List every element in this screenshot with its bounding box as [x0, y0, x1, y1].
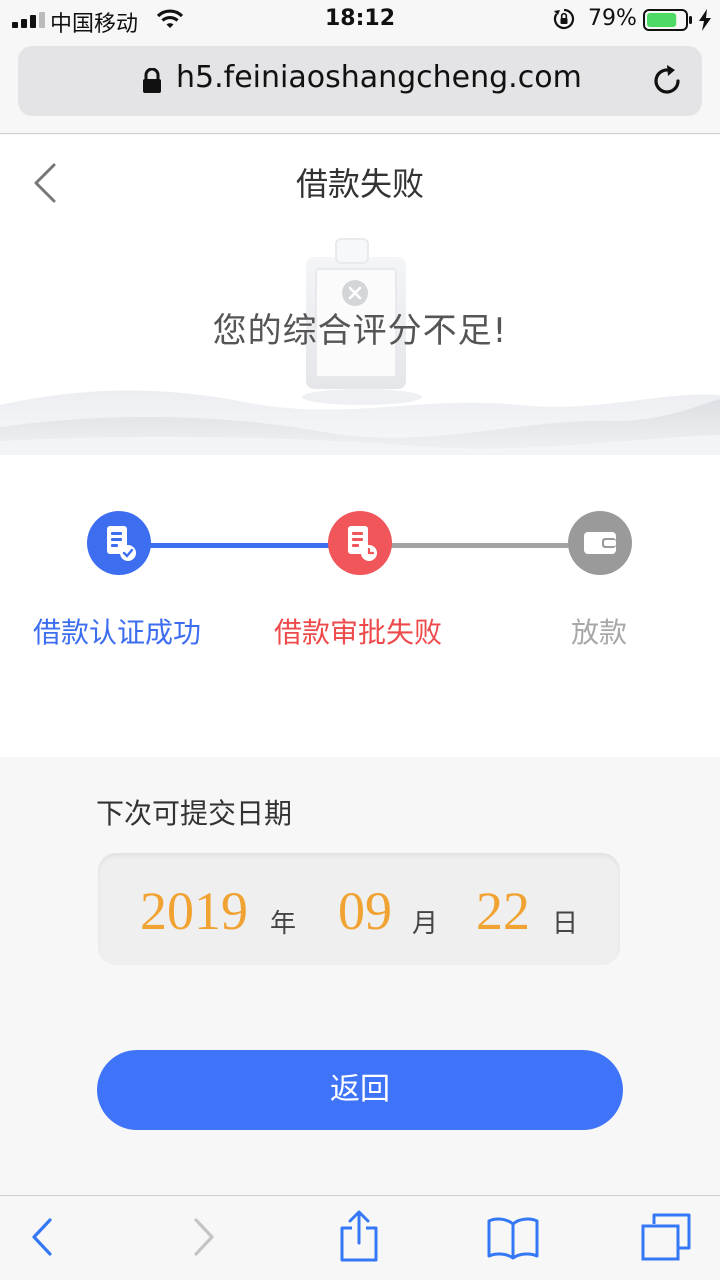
step-1-label: 借款认证成功 — [33, 616, 202, 649]
progress-steps: 借款认证成功 借款审批失败 放款 — [0, 455, 720, 757]
document-clock-icon — [348, 526, 377, 561]
date-day: 22 — [476, 881, 530, 941]
step-3-label: 放款 — [571, 616, 628, 649]
browser-address-area: h5.feiniaoshangcheng.com — [0, 40, 720, 134]
step-connector-complete — [150, 543, 330, 548]
step-connector-pending — [390, 543, 570, 548]
return-button[interactable]: 返回 — [97, 1050, 623, 1130]
forward-icon[interactable] — [190, 1214, 218, 1260]
screen: 中国移动 18:12 79% h5.feiniaoshangcheng.com … — [0, 0, 720, 1280]
step-2-label: 借款审批失败 — [274, 616, 443, 649]
page-title: 借款失败 — [295, 165, 424, 203]
url-text[interactable]: h5.feiniaoshangcheng.com — [176, 60, 582, 95]
error-message: 您的综合评分不足! — [212, 311, 508, 351]
step-3-icon — [568, 511, 632, 575]
lock-icon — [143, 68, 161, 93]
battery-percent: 79% — [588, 6, 637, 31]
date-month: 09 — [338, 881, 392, 941]
tabs-icon[interactable] — [640, 1212, 692, 1262]
browser-toolbar — [0, 1195, 720, 1280]
address-bar[interactable]: h5.feiniaoshangcheng.com — [18, 46, 702, 116]
back-icon[interactable] — [28, 1214, 56, 1260]
next-submit-date-box: 2019 年 09 月 22 日 — [98, 853, 620, 965]
status-bar: 中国移动 18:12 79% — [0, 0, 720, 40]
failure-header: 借款失败 您的综合评分不足! — [0, 135, 720, 455]
step-1-icon — [87, 511, 151, 575]
decorative-hills — [0, 390, 720, 455]
page-content: 借款失败 您的综合评分不足! 借款认证成功 借款审批失败 放款 下次可提交日期 … — [0, 135, 720, 1195]
date-year-unit: 年 — [270, 909, 297, 939]
step-2-icon — [328, 511, 392, 575]
date-year: 2019 — [140, 881, 248, 941]
wallet-icon — [584, 532, 616, 554]
date-month-unit: 月 — [412, 909, 439, 939]
bookmarks-icon[interactable] — [486, 1216, 540, 1260]
date-day-unit: 日 — [552, 909, 579, 939]
reload-icon[interactable] — [650, 64, 684, 98]
document-check-icon — [107, 526, 136, 561]
battery-icon — [643, 9, 692, 31]
next-submit-date-label: 下次可提交日期 — [96, 797, 293, 830]
share-icon[interactable] — [338, 1210, 380, 1262]
orientation-lock-icon — [553, 8, 575, 30]
charging-icon — [699, 9, 711, 31]
